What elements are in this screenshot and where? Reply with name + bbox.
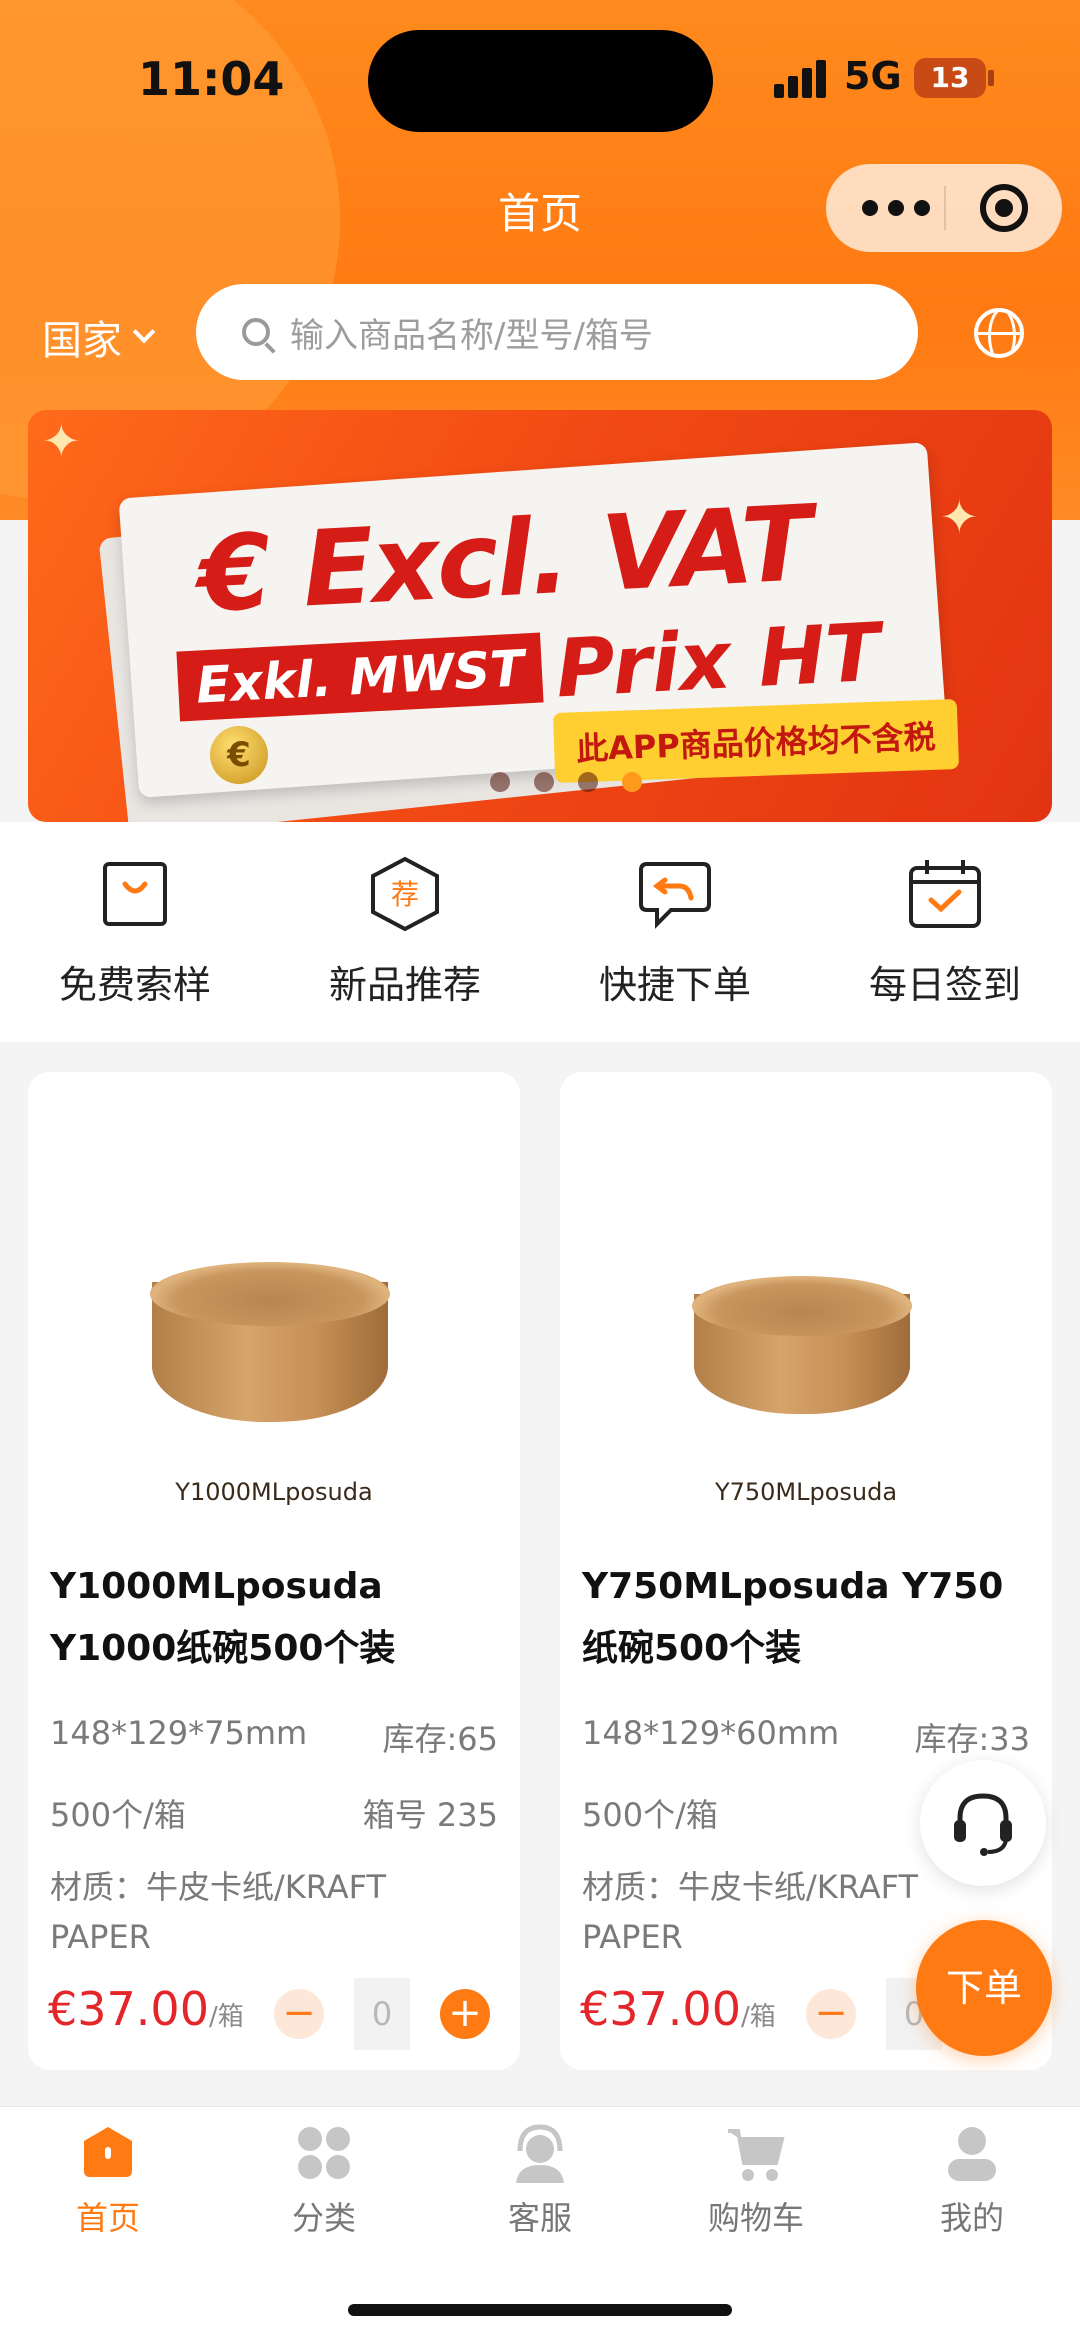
tab-customer-service[interactable]: 客服 [460, 2121, 620, 2239]
kraft-bowl-rim [692, 1276, 912, 1336]
sparkle-icon: ✦ [940, 490, 979, 544]
product-size: 148*129*75mm [50, 1714, 308, 1752]
tab-label: 分类 [291, 2199, 356, 2237]
pagination-dot [534, 772, 554, 792]
search-input[interactable]: 输入商品名称/型号/箱号 [196, 284, 918, 380]
quick-item-new-products[interactable]: 荐 新品推荐 [270, 822, 540, 1042]
product-spec-row: 148*129*60mm 库存:33 [582, 1714, 1030, 1760]
quick-item-label: 新品推荐 [328, 963, 481, 1007]
promo-banner[interactable]: ✦ ✦ € Excl. VAT Exkl. MWST Prix HT 此APP商… [28, 410, 1052, 822]
home-indicator [348, 2304, 732, 2316]
battery-tip [988, 70, 994, 86]
customer-service-button[interactable] [920, 1760, 1046, 1886]
quick-item-free-sample[interactable]: 免费索样 [0, 822, 270, 1042]
capsule-divider [944, 186, 946, 230]
customer-service-icon [516, 2124, 564, 2183]
recommend-badge: 荐 [391, 878, 419, 911]
product-price: €37.00/箱 [580, 1982, 776, 2036]
product-image-caption: Y1000MLposuda [175, 1478, 373, 1506]
calendar-check-icon [909, 860, 981, 928]
recommend-icon: 荐 [371, 856, 439, 932]
close-miniprogram-icon[interactable] [980, 184, 1028, 232]
product-size: 148*129*60mm [582, 1714, 840, 1752]
quick-menu: 免费索样 荐 新品推荐 快捷下单 每日签到 [0, 822, 1080, 1042]
order-button[interactable]: 下单 [916, 1920, 1052, 2056]
product-material: 材质：牛皮卡纸/KRAFT PAPER [50, 1868, 386, 1956]
product-name[interactable]: Y750MLposuda Y750纸碗500个装 [582, 1556, 1032, 1680]
increase-button[interactable]: + [440, 1989, 490, 2039]
chevron-down-icon [132, 320, 156, 344]
miniprogram-capsule [826, 164, 1062, 252]
sparkle-icon: ✦ [42, 414, 81, 468]
price-unit: /箱 [208, 2002, 244, 2032]
headset-icon [954, 1793, 1012, 1856]
pagination-dot-active [622, 772, 642, 792]
product-stock: 库存:65 [382, 1720, 498, 1758]
status-bar: 11:04 5G 13 [0, 0, 1080, 160]
decrease-button[interactable]: − [806, 1989, 856, 2039]
tab-profile[interactable]: 我的 [892, 2121, 1052, 2239]
product-pack: 500个/箱 [582, 1796, 718, 1834]
more-icon[interactable] [862, 196, 934, 220]
search-placeholder: 输入商品名称/型号/箱号 [290, 315, 653, 356]
decrease-button[interactable]: − [274, 1989, 324, 2039]
pagination-dot [578, 772, 598, 792]
quick-order-icon [639, 862, 711, 929]
tab-category[interactable]: 分类 [244, 2121, 404, 2239]
user-icon [948, 2127, 996, 2181]
product-stock: 库存:33 [914, 1720, 1030, 1758]
product-name[interactable]: Y1000MLposuda Y1000纸碗500个装 [50, 1556, 500, 1680]
pagination-dot [490, 772, 510, 792]
bag-icon [103, 862, 167, 926]
price-value: €37.00 [580, 1982, 741, 2036]
status-time: 11:04 [138, 52, 285, 106]
country-label: 国家 [42, 318, 122, 364]
product-pack-row: 500个/箱 箱号 235 [50, 1790, 498, 1836]
tab-label: 首页 [75, 2199, 140, 2237]
network-type: 5G [844, 54, 902, 98]
quantity-input[interactable]: 0 [354, 1978, 410, 2050]
signal-icon [774, 58, 830, 98]
tab-label: 客服 [507, 2199, 572, 2237]
tab-label: 我的 [939, 2199, 1004, 2237]
home-icon [84, 2127, 132, 2177]
quick-item-quick-order[interactable]: 快捷下单 [540, 822, 810, 1042]
quantity-stepper: − 0 + [274, 1978, 490, 2050]
tab-label: 购物车 [707, 2199, 804, 2237]
product-spec-row: 148*129*75mm 库存:65 [50, 1714, 498, 1760]
banner-prix: Prix HT [553, 605, 883, 716]
dynamic-island [368, 30, 713, 132]
search-icon [242, 318, 270, 346]
cart-icon [728, 2129, 785, 2181]
product-image-caption: Y750MLposuda [714, 1478, 898, 1506]
quick-item-label: 每日签到 [868, 963, 1021, 1007]
language-globe-icon[interactable] [974, 308, 1024, 358]
product-image[interactable]: Y1000MLposuda [28, 1072, 520, 1512]
quick-item-label: 快捷下单 [598, 963, 751, 1007]
quick-item-label: 免费索样 [58, 963, 211, 1007]
quick-item-daily-checkin[interactable]: 每日签到 [810, 822, 1080, 1042]
tab-cart[interactable]: 购物车 [676, 2121, 836, 2239]
tab-home[interactable]: 首页 [28, 2121, 188, 2239]
country-selector[interactable]: 国家 [42, 308, 156, 366]
kraft-bowl-rim [150, 1262, 390, 1326]
banner-pagination [490, 772, 642, 792]
category-icon [298, 2127, 350, 2179]
banner-tagline: 此APP商品价格均不含税 [552, 698, 959, 784]
euro-coin-icon: € [210, 726, 268, 784]
product-pack: 500个/箱 [50, 1796, 186, 1834]
product-box-number: 箱号 235 [362, 1796, 498, 1834]
price-unit: /箱 [740, 2002, 776, 2032]
price-value: €37.00 [48, 1982, 209, 2036]
product-card[interactable]: Y1000MLposuda Y1000MLposuda Y1000纸碗500个装… [28, 1072, 520, 2070]
product-price: €37.00/箱 [48, 1982, 244, 2036]
product-image[interactable]: Y750MLposuda [560, 1072, 1052, 1512]
battery-icon: 13 [914, 58, 986, 98]
